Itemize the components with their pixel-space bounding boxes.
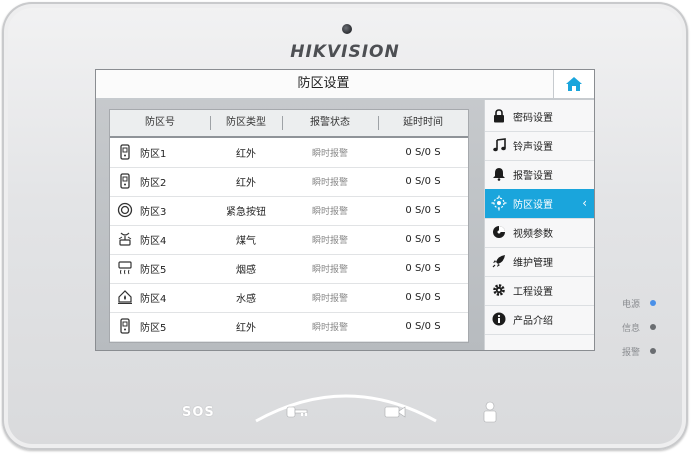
smoke-detector-icon bbox=[110, 260, 140, 276]
button-arc-decoration bbox=[255, 394, 437, 423]
table-row[interactable]: 防区1 红外 瞬时报警 0 S/0 S bbox=[110, 138, 468, 168]
header-delay-time: 延时时间 bbox=[378, 110, 468, 136]
power-indicator-led bbox=[650, 300, 656, 306]
title-bar: 防区设置 bbox=[96, 70, 594, 100]
menu-item-label: 铃声设置 bbox=[513, 141, 553, 153]
call-resident-button[interactable] bbox=[482, 401, 498, 427]
delay-time-cell: 0 S/0 S bbox=[405, 262, 441, 274]
table-row[interactable]: 防区5 烟感 瞬时报警 0 S/0 S bbox=[110, 254, 468, 284]
sos-button[interactable]: SOS bbox=[182, 405, 215, 420]
delay-time-cell: 0 S/0 S bbox=[405, 320, 441, 332]
alarm-state-cell: 瞬时报警 bbox=[311, 177, 348, 188]
gear-icon bbox=[485, 283, 513, 297]
menu-item-7[interactable]: 工程设置 bbox=[485, 276, 594, 306]
menu-item-5[interactable]: 视频参数 bbox=[485, 218, 594, 248]
zone-number-cell: 防区1 bbox=[140, 148, 167, 160]
table-row[interactable]: 防区2 红外 瞬时报警 0 S/0 S bbox=[110, 167, 468, 197]
menu-item-1[interactable]: 密码设置 bbox=[485, 102, 594, 132]
alarm-state-cell: 瞬时报警 bbox=[311, 206, 348, 217]
power-indicator-label: 电源 bbox=[622, 300, 641, 310]
menu-item-6[interactable]: 维护管理 bbox=[485, 247, 594, 277]
table-row[interactable]: 防区4 煤气 瞬时报警 0 S/0 S bbox=[110, 225, 468, 255]
zone-type-cell: 煤气 bbox=[236, 235, 256, 247]
lock-icon bbox=[485, 109, 513, 123]
bell-icon bbox=[485, 167, 513, 182]
alarm-state-cell: 瞬时报警 bbox=[311, 293, 348, 304]
home-icon bbox=[566, 77, 582, 91]
alarm-state-cell: 瞬时报警 bbox=[311, 322, 348, 333]
door-sensor-icon bbox=[110, 173, 140, 189]
menu-item-8[interactable]: 产品介绍 bbox=[485, 305, 594, 335]
header-zone-number: 防区号 bbox=[145, 117, 175, 128]
zone-number-cell: 防区4 bbox=[140, 235, 167, 247]
alarm-state-cell: 瞬时报警 bbox=[311, 235, 348, 246]
menu-item-label: 防区设置 bbox=[513, 199, 553, 211]
alarm-state-cell: 瞬时报警 bbox=[311, 148, 348, 159]
zone-number-cell: 防区5 bbox=[140, 264, 167, 276]
key-icon bbox=[286, 406, 308, 418]
menu-item-2[interactable]: 铃声设置 bbox=[485, 131, 594, 161]
menu-item-3[interactable]: 报警设置 bbox=[485, 160, 594, 190]
unlock-button[interactable] bbox=[286, 404, 308, 423]
zone-number-cell: 防区5 bbox=[140, 322, 167, 334]
zone-type-cell: 紧急按钮 bbox=[226, 206, 266, 218]
zone-number-cell: 防区3 bbox=[140, 206, 167, 218]
header-alarm-state: 报警状态 bbox=[282, 110, 378, 136]
zone-type-cell: 水感 bbox=[236, 293, 256, 305]
info-icon bbox=[485, 312, 513, 326]
header-zone-type: 防区类型 bbox=[210, 110, 282, 136]
chevron-left-icon: ‹ bbox=[582, 196, 587, 210]
delay-time-cell: 0 S/0 S bbox=[405, 233, 441, 245]
front-camera bbox=[342, 24, 352, 34]
zone-type-cell: 红外 bbox=[236, 322, 256, 334]
panic-button-icon bbox=[110, 202, 140, 218]
music-note-icon bbox=[485, 138, 513, 152]
info-indicator-label: 信息 bbox=[622, 324, 641, 334]
menu-item-label: 产品介绍 bbox=[513, 315, 553, 327]
table-row[interactable]: 防区4 水感 瞬时报警 0 S/0 S bbox=[110, 283, 468, 313]
delay-time-cell: 0 S/0 S bbox=[405, 204, 441, 216]
alarm-indicator-label: 报警 bbox=[622, 348, 641, 358]
page-title: 防区设置 bbox=[297, 76, 350, 91]
door-sensor-icon bbox=[110, 144, 140, 160]
zone-number-cell: 防区4 bbox=[140, 293, 167, 305]
zone-table: 防区号 防区类型 报警状态 延时时间 防区1 红外 瞬时报警 0 S/0 S 防区2 红外… bbox=[110, 110, 468, 342]
zone-type-cell: 烟感 bbox=[236, 264, 256, 276]
settings-menu: 密码设置铃声设置报警设置防区设置 ‹ 视频参数维护管理工程设置产品介绍 bbox=[484, 100, 594, 350]
home-button[interactable] bbox=[553, 70, 594, 98]
menu-item-label: 视频参数 bbox=[513, 228, 553, 240]
monitor-button[interactable] bbox=[384, 404, 406, 423]
brand-logo: HIKVISION bbox=[290, 42, 400, 62]
door-sensor-icon bbox=[110, 318, 140, 334]
water-sensor-icon bbox=[110, 289, 140, 305]
zone-number-cell: 防区2 bbox=[140, 177, 167, 189]
zone-radar-icon bbox=[485, 195, 513, 211]
rocket-icon bbox=[485, 254, 513, 268]
menu-item-4[interactable]: 防区设置 ‹ bbox=[485, 189, 594, 219]
delay-time-cell: 0 S/0 S bbox=[405, 175, 441, 187]
menu-item-label: 密码设置 bbox=[513, 112, 553, 124]
menu-item-label: 维护管理 bbox=[513, 257, 553, 269]
video-camera-icon bbox=[384, 406, 406, 418]
table-header: 防区号 防区类型 报警状态 延时时间 bbox=[110, 110, 468, 138]
delay-time-cell: 0 S/0 S bbox=[405, 291, 441, 303]
delay-time-cell: 0 S/0 S bbox=[405, 146, 441, 158]
menu-item-label: 工程设置 bbox=[513, 286, 553, 298]
gas-detector-icon bbox=[110, 231, 140, 247]
resident-icon bbox=[483, 401, 497, 423]
alarm-indicator-led bbox=[650, 348, 656, 354]
video-params-icon bbox=[485, 225, 513, 239]
touch-screen: 防区设置 防区号 防区类型 报警状态 延时时间 防区1 红外 瞬时报警 0 S/0 S… bbox=[96, 70, 594, 350]
table-row[interactable]: 防区5 红外 瞬时报警 0 S/0 S bbox=[110, 312, 468, 342]
zone-type-cell: 红外 bbox=[236, 148, 256, 160]
table-row[interactable]: 防区3 紧急按钮 瞬时报警 0 S/0 S bbox=[110, 196, 468, 226]
menu-item-label: 报警设置 bbox=[513, 170, 553, 182]
zone-table-panel: 防区号 防区类型 报警状态 延时时间 防区1 红外 瞬时报警 0 S/0 S 防区2 红外… bbox=[96, 100, 484, 350]
zone-type-cell: 红外 bbox=[236, 177, 256, 189]
alarm-state-cell: 瞬时报警 bbox=[311, 264, 348, 275]
info-indicator-led bbox=[650, 324, 656, 330]
